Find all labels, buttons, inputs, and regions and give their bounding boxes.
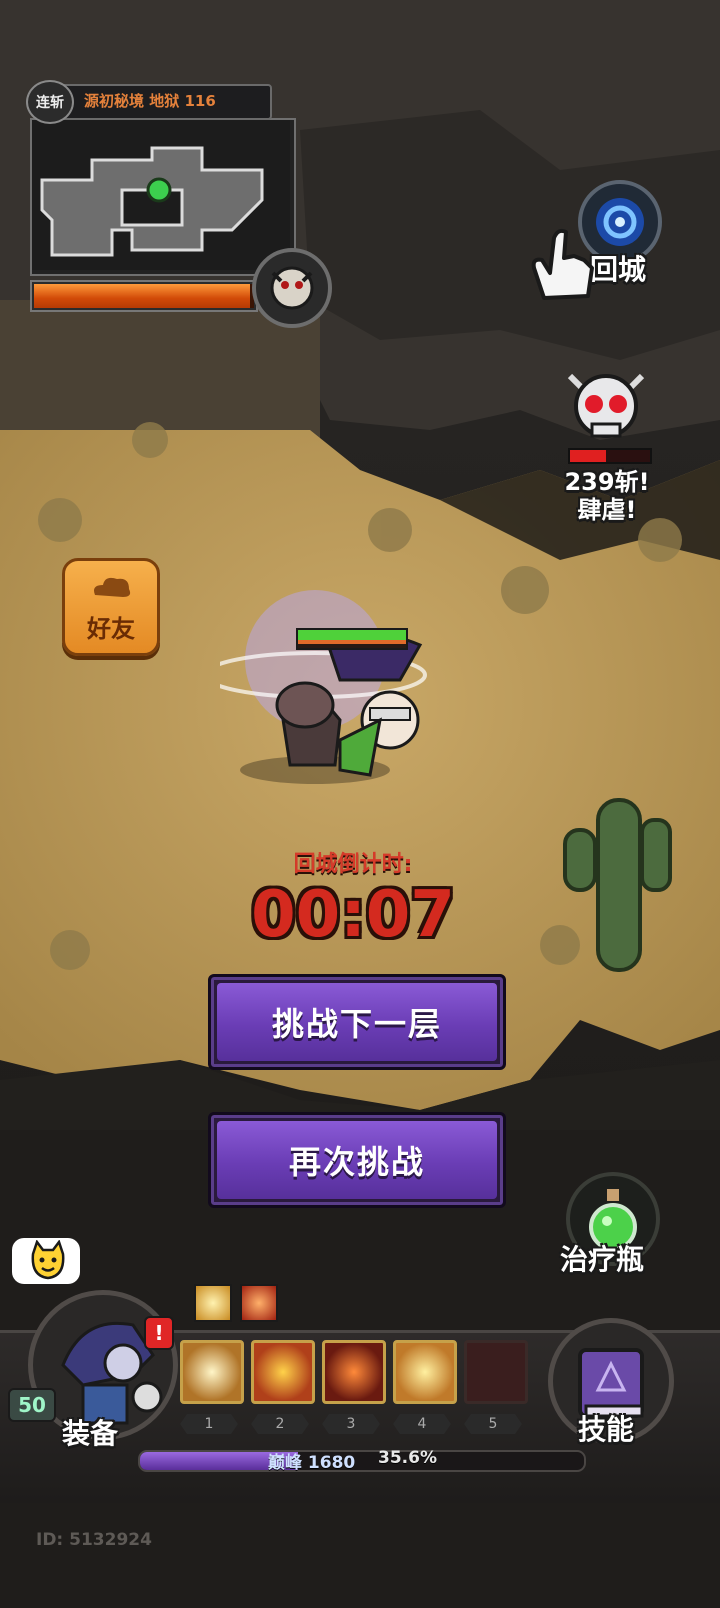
skill-slot-4[interactable] — [393, 1340, 457, 1404]
friends-button[interactable]: 好友 — [62, 558, 160, 656]
skills-label: 技能 — [578, 1413, 635, 1446]
combo-badge: 连斩 — [26, 80, 74, 124]
slot-number: 2 — [251, 1414, 309, 1434]
boss-icon — [252, 248, 332, 328]
alert-badge-icon: ! — [144, 1316, 174, 1350]
kill-meter — [568, 448, 652, 464]
buff-icon-fire — [240, 1284, 278, 1322]
tap-hint-hand-icon — [531, 228, 594, 300]
kill-counter-text: 239斩! 肆虐! — [552, 468, 662, 524]
skill-slot-2[interactable] — [251, 1340, 315, 1404]
slot-number: 4 — [393, 1414, 451, 1434]
countdown-label: 回城倒计时: — [293, 852, 413, 877]
minimap[interactable] — [30, 118, 296, 276]
next-floor-button[interactable]: 挑战下一层 — [208, 974, 506, 1070]
potion-label: 治疗瓶 — [560, 1243, 645, 1276]
player-location-marker — [146, 177, 172, 203]
slot-number: 5 — [464, 1414, 522, 1434]
equip-label: 装备 — [62, 1417, 119, 1450]
skill-slot-3[interactable] — [322, 1340, 386, 1404]
player-party-characters — [220, 590, 427, 784]
retry-button[interactable]: 再次挑战 — [208, 1112, 506, 1208]
countdown-timer: 00:07 — [251, 878, 455, 952]
xp-percent: 35.6% — [378, 1448, 437, 1468]
buff-icon-light — [194, 1284, 232, 1322]
friends-label: 好友 — [87, 615, 135, 643]
emote-bubble[interactable] — [12, 1238, 80, 1284]
player-health-bar — [296, 628, 408, 650]
cloud-icon — [94, 577, 131, 597]
skill-slot-5-empty[interactable] — [464, 1340, 528, 1404]
kill-count: 239斩! — [564, 468, 650, 496]
retry-label: 再次挑战 — [288, 1143, 425, 1181]
xp-label: 巅峰 1680 — [268, 1453, 356, 1473]
slot-number: 1 — [180, 1414, 238, 1434]
slot-number: 3 — [322, 1414, 380, 1434]
dungeon-title: 源初秘境 地狱 116 — [84, 92, 216, 110]
skill-slot-1[interactable] — [180, 1340, 244, 1404]
player-id: ID: 5132924 — [36, 1530, 152, 1550]
next-floor-label: 挑战下一层 — [271, 1005, 442, 1043]
cat-emoji-icon — [31, 1240, 65, 1280]
peak-xp-bar — [138, 1450, 586, 1472]
game-scene: 连斩 源初秘境 地狱 116 回城 239斩! 肆虐! 好友 回城倒计时: 00… — [0, 0, 720, 1608]
rampage-text: 肆虐! — [577, 496, 637, 524]
minimap-terrain — [32, 120, 290, 270]
skull-icon — [567, 373, 645, 438]
player-level: 50 — [8, 1388, 56, 1422]
boss-progress-bar — [32, 282, 256, 310]
boss-progress-fill — [34, 284, 250, 308]
